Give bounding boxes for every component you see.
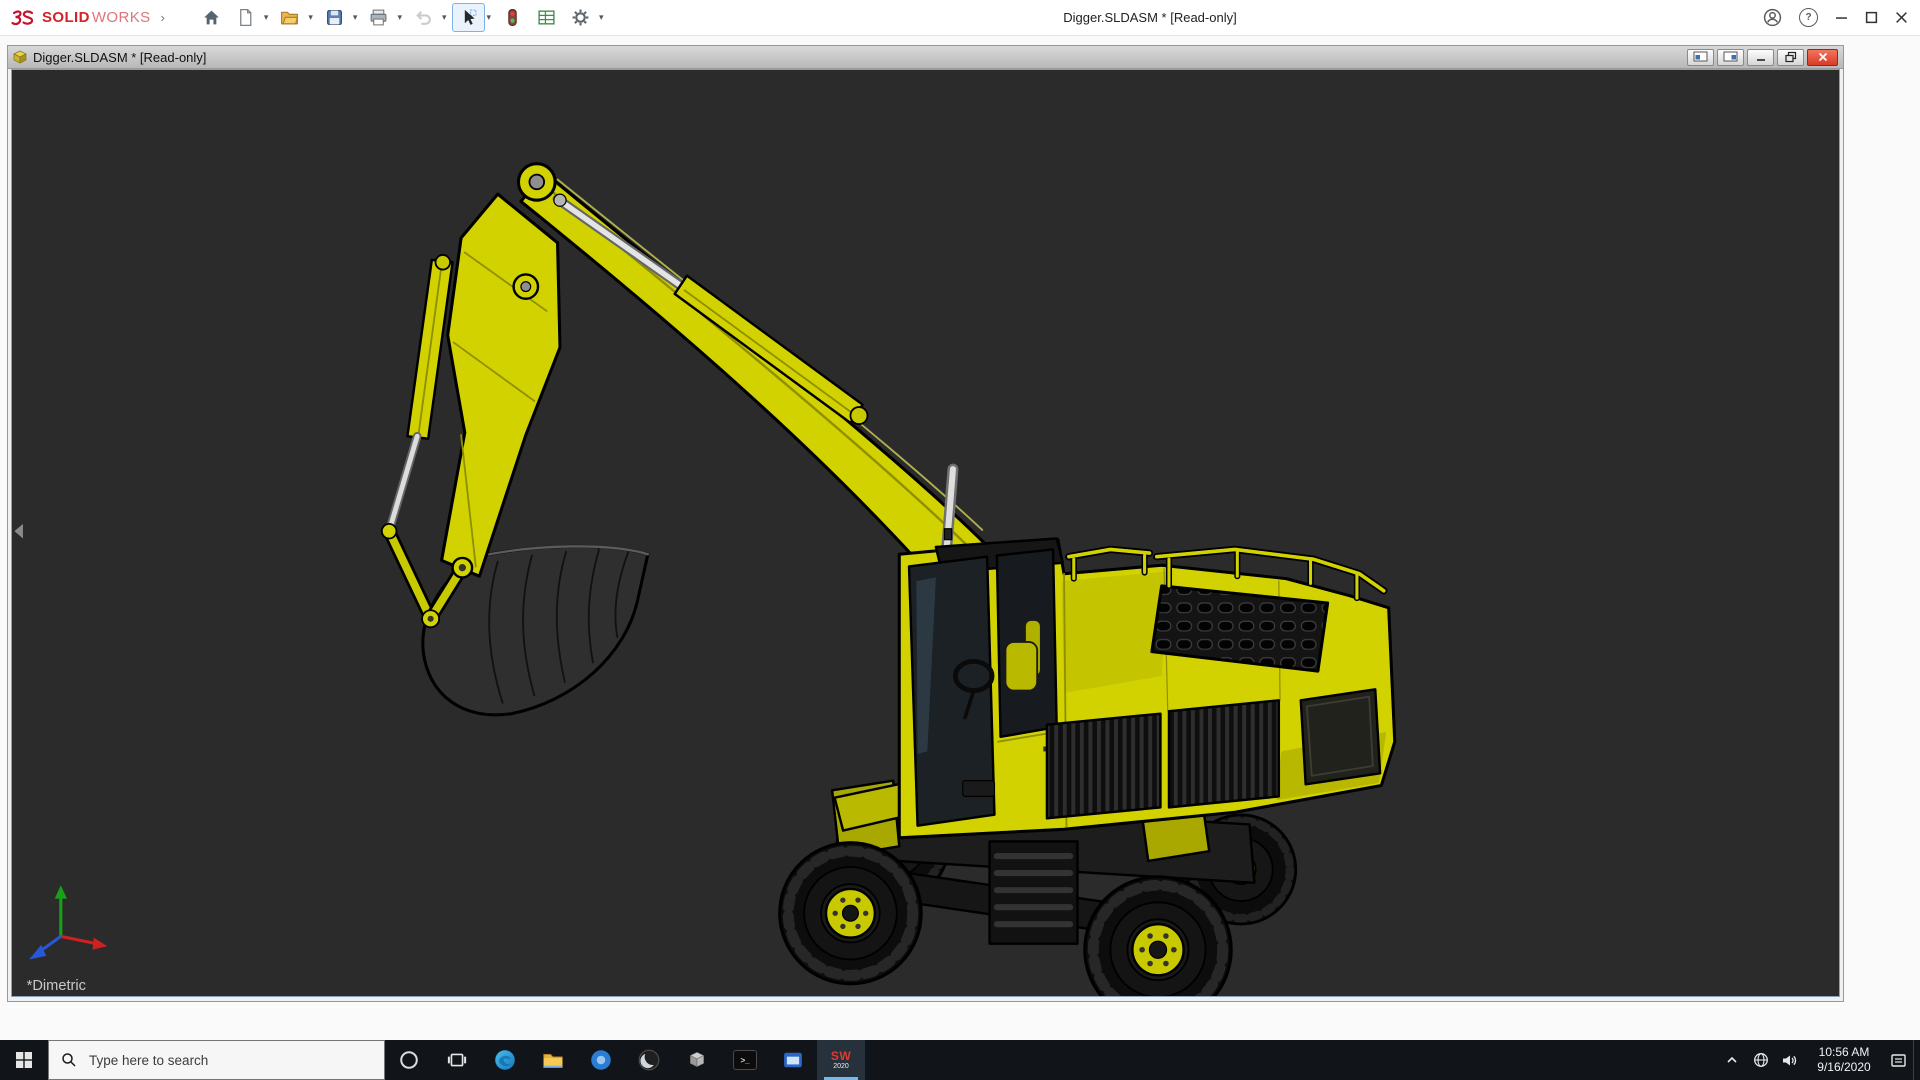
select-cursor-icon xyxy=(459,8,478,27)
chevron-up-icon xyxy=(1726,1055,1738,1065)
doc-close-button[interactable] xyxy=(1807,49,1838,66)
pane-right-button[interactable] xyxy=(1717,49,1744,66)
account-icon[interactable] xyxy=(1763,8,1782,27)
3ds-logo-icon xyxy=(10,8,40,28)
view-orientation-label: *Dimetric xyxy=(27,978,86,994)
pane-left-button[interactable] xyxy=(1687,49,1714,66)
save-button[interactable] xyxy=(318,3,351,32)
brand-solid-text: SOLID xyxy=(42,9,90,26)
quick-access-toolbar: ▾ ▾ ▾ xyxy=(195,3,608,32)
action-center-icon xyxy=(1890,1052,1907,1069)
design-table-button[interactable] xyxy=(530,3,563,32)
cortana-button[interactable] xyxy=(385,1040,433,1080)
brand-expand-chevron-icon[interactable]: › xyxy=(161,10,165,25)
action-center-button[interactable] xyxy=(1884,1040,1913,1080)
print-icon xyxy=(369,8,388,27)
doc-restore-button[interactable] xyxy=(1777,49,1804,66)
task-view-button[interactable] xyxy=(433,1040,481,1080)
document-window: Digger.SLDASM * [Read-only] xyxy=(7,45,1844,1002)
app-window-icon xyxy=(783,1050,803,1070)
print-button[interactable] xyxy=(362,3,395,32)
tray-expand-button[interactable] xyxy=(1717,1040,1746,1080)
search-icon xyxy=(61,1052,77,1068)
browser-button[interactable] xyxy=(577,1040,625,1080)
assembly-document-icon xyxy=(13,50,27,64)
taskbar-clock[interactable]: 10:56 AM 9/16/2020 xyxy=(1804,1045,1884,1075)
edge-icon xyxy=(494,1049,516,1071)
options-button[interactable] xyxy=(564,3,597,32)
app-window-controls: ? xyxy=(1763,0,1908,35)
print-dropdown-caret[interactable]: ▾ xyxy=(397,12,402,23)
terminal-icon: >_ xyxy=(733,1050,757,1070)
system-tray: 10:56 AM 9/16/2020 xyxy=(1717,1040,1920,1080)
close-icon[interactable] xyxy=(1895,11,1908,24)
home-icon xyxy=(202,8,221,27)
solidworks-2020-icon: SW 2020 xyxy=(831,1050,851,1070)
save-dropdown-caret[interactable]: ▾ xyxy=(353,12,358,23)
media-app-icon xyxy=(638,1049,660,1071)
new-dropdown-caret[interactable]: ▾ xyxy=(264,12,269,23)
taskbar-search[interactable] xyxy=(48,1040,385,1080)
save-icon xyxy=(325,8,344,27)
new-document-button[interactable] xyxy=(229,3,262,32)
help-icon[interactable]: ? xyxy=(1799,8,1818,27)
clock-date: 9/16/2020 xyxy=(1806,1060,1882,1075)
maximize-icon[interactable] xyxy=(1865,11,1878,24)
open-dropdown-caret[interactable]: ▾ xyxy=(308,12,313,23)
document-window-controls xyxy=(1687,49,1838,66)
open-folder-icon xyxy=(280,8,299,27)
solidworks-2020-taskbar-button[interactable]: SW 2020 xyxy=(817,1040,865,1080)
cad-app-button[interactable] xyxy=(673,1040,721,1080)
rebuild-button[interactable] xyxy=(496,3,529,32)
side-grille-left xyxy=(1047,714,1161,819)
terminal-button[interactable]: >_ xyxy=(721,1040,769,1080)
media-app-button[interactable] xyxy=(625,1040,673,1080)
show-desktop-button[interactable] xyxy=(1913,1040,1920,1080)
screen: SOLID WORKS › ▾ xyxy=(0,0,1920,1080)
undo-dropdown-caret[interactable]: ▾ xyxy=(442,12,447,23)
options-dropdown-caret[interactable]: ▾ xyxy=(599,12,604,23)
gear-icon xyxy=(571,8,590,27)
doc-minimize-button[interactable] xyxy=(1747,49,1774,66)
rebuild-stoplight-icon xyxy=(503,8,522,27)
excavator-3d-model[interactable]: *Dimetric xyxy=(12,70,1839,996)
side-grille-right xyxy=(1169,700,1279,807)
select-dropdown-caret[interactable]: ▾ xyxy=(487,12,492,23)
app-window-button[interactable] xyxy=(769,1040,817,1080)
operator-seat xyxy=(1005,642,1037,691)
clock-time: 10:56 AM xyxy=(1806,1045,1882,1060)
network-button[interactable] xyxy=(1746,1040,1775,1080)
solidworks-logo: SOLID WORKS › xyxy=(0,8,165,28)
app-title: Digger.SLDASM * [Read-only] xyxy=(1010,0,1290,35)
undo-icon xyxy=(414,8,433,27)
brand-works-text: WORKS xyxy=(92,9,151,26)
new-document-icon xyxy=(236,8,255,27)
minimize-icon[interactable] xyxy=(1835,11,1848,24)
app-titlebar: SOLID WORKS › ▾ xyxy=(0,0,1920,36)
search-input[interactable] xyxy=(87,1052,361,1069)
start-button[interactable] xyxy=(0,1040,48,1080)
cad-cube-icon xyxy=(687,1050,707,1070)
document-title: Digger.SLDASM * [Read-only] xyxy=(33,50,206,65)
taskbar: >_ SW 2020 xyxy=(0,1040,1920,1080)
cortana-icon xyxy=(399,1050,419,1070)
document-titlebar[interactable]: Digger.SLDASM * [Read-only] xyxy=(8,46,1843,69)
undo-button[interactable] xyxy=(407,3,440,32)
graphics-viewport[interactable]: *Dimetric xyxy=(11,69,1840,997)
volume-button[interactable] xyxy=(1775,1040,1804,1080)
edge-button[interactable] xyxy=(481,1040,529,1080)
select-tool-button[interactable] xyxy=(452,3,485,32)
file-explorer-button[interactable] xyxy=(529,1040,577,1080)
home-button[interactable] xyxy=(195,3,228,32)
open-button[interactable] xyxy=(273,3,306,32)
browser-icon xyxy=(590,1049,612,1071)
windows-logo-icon xyxy=(16,1052,32,1068)
network-globe-icon xyxy=(1753,1052,1769,1068)
design-table-icon xyxy=(537,8,556,27)
task-view-icon xyxy=(447,1050,467,1070)
speaker-icon xyxy=(1781,1052,1798,1069)
file-explorer-icon xyxy=(542,1049,564,1071)
